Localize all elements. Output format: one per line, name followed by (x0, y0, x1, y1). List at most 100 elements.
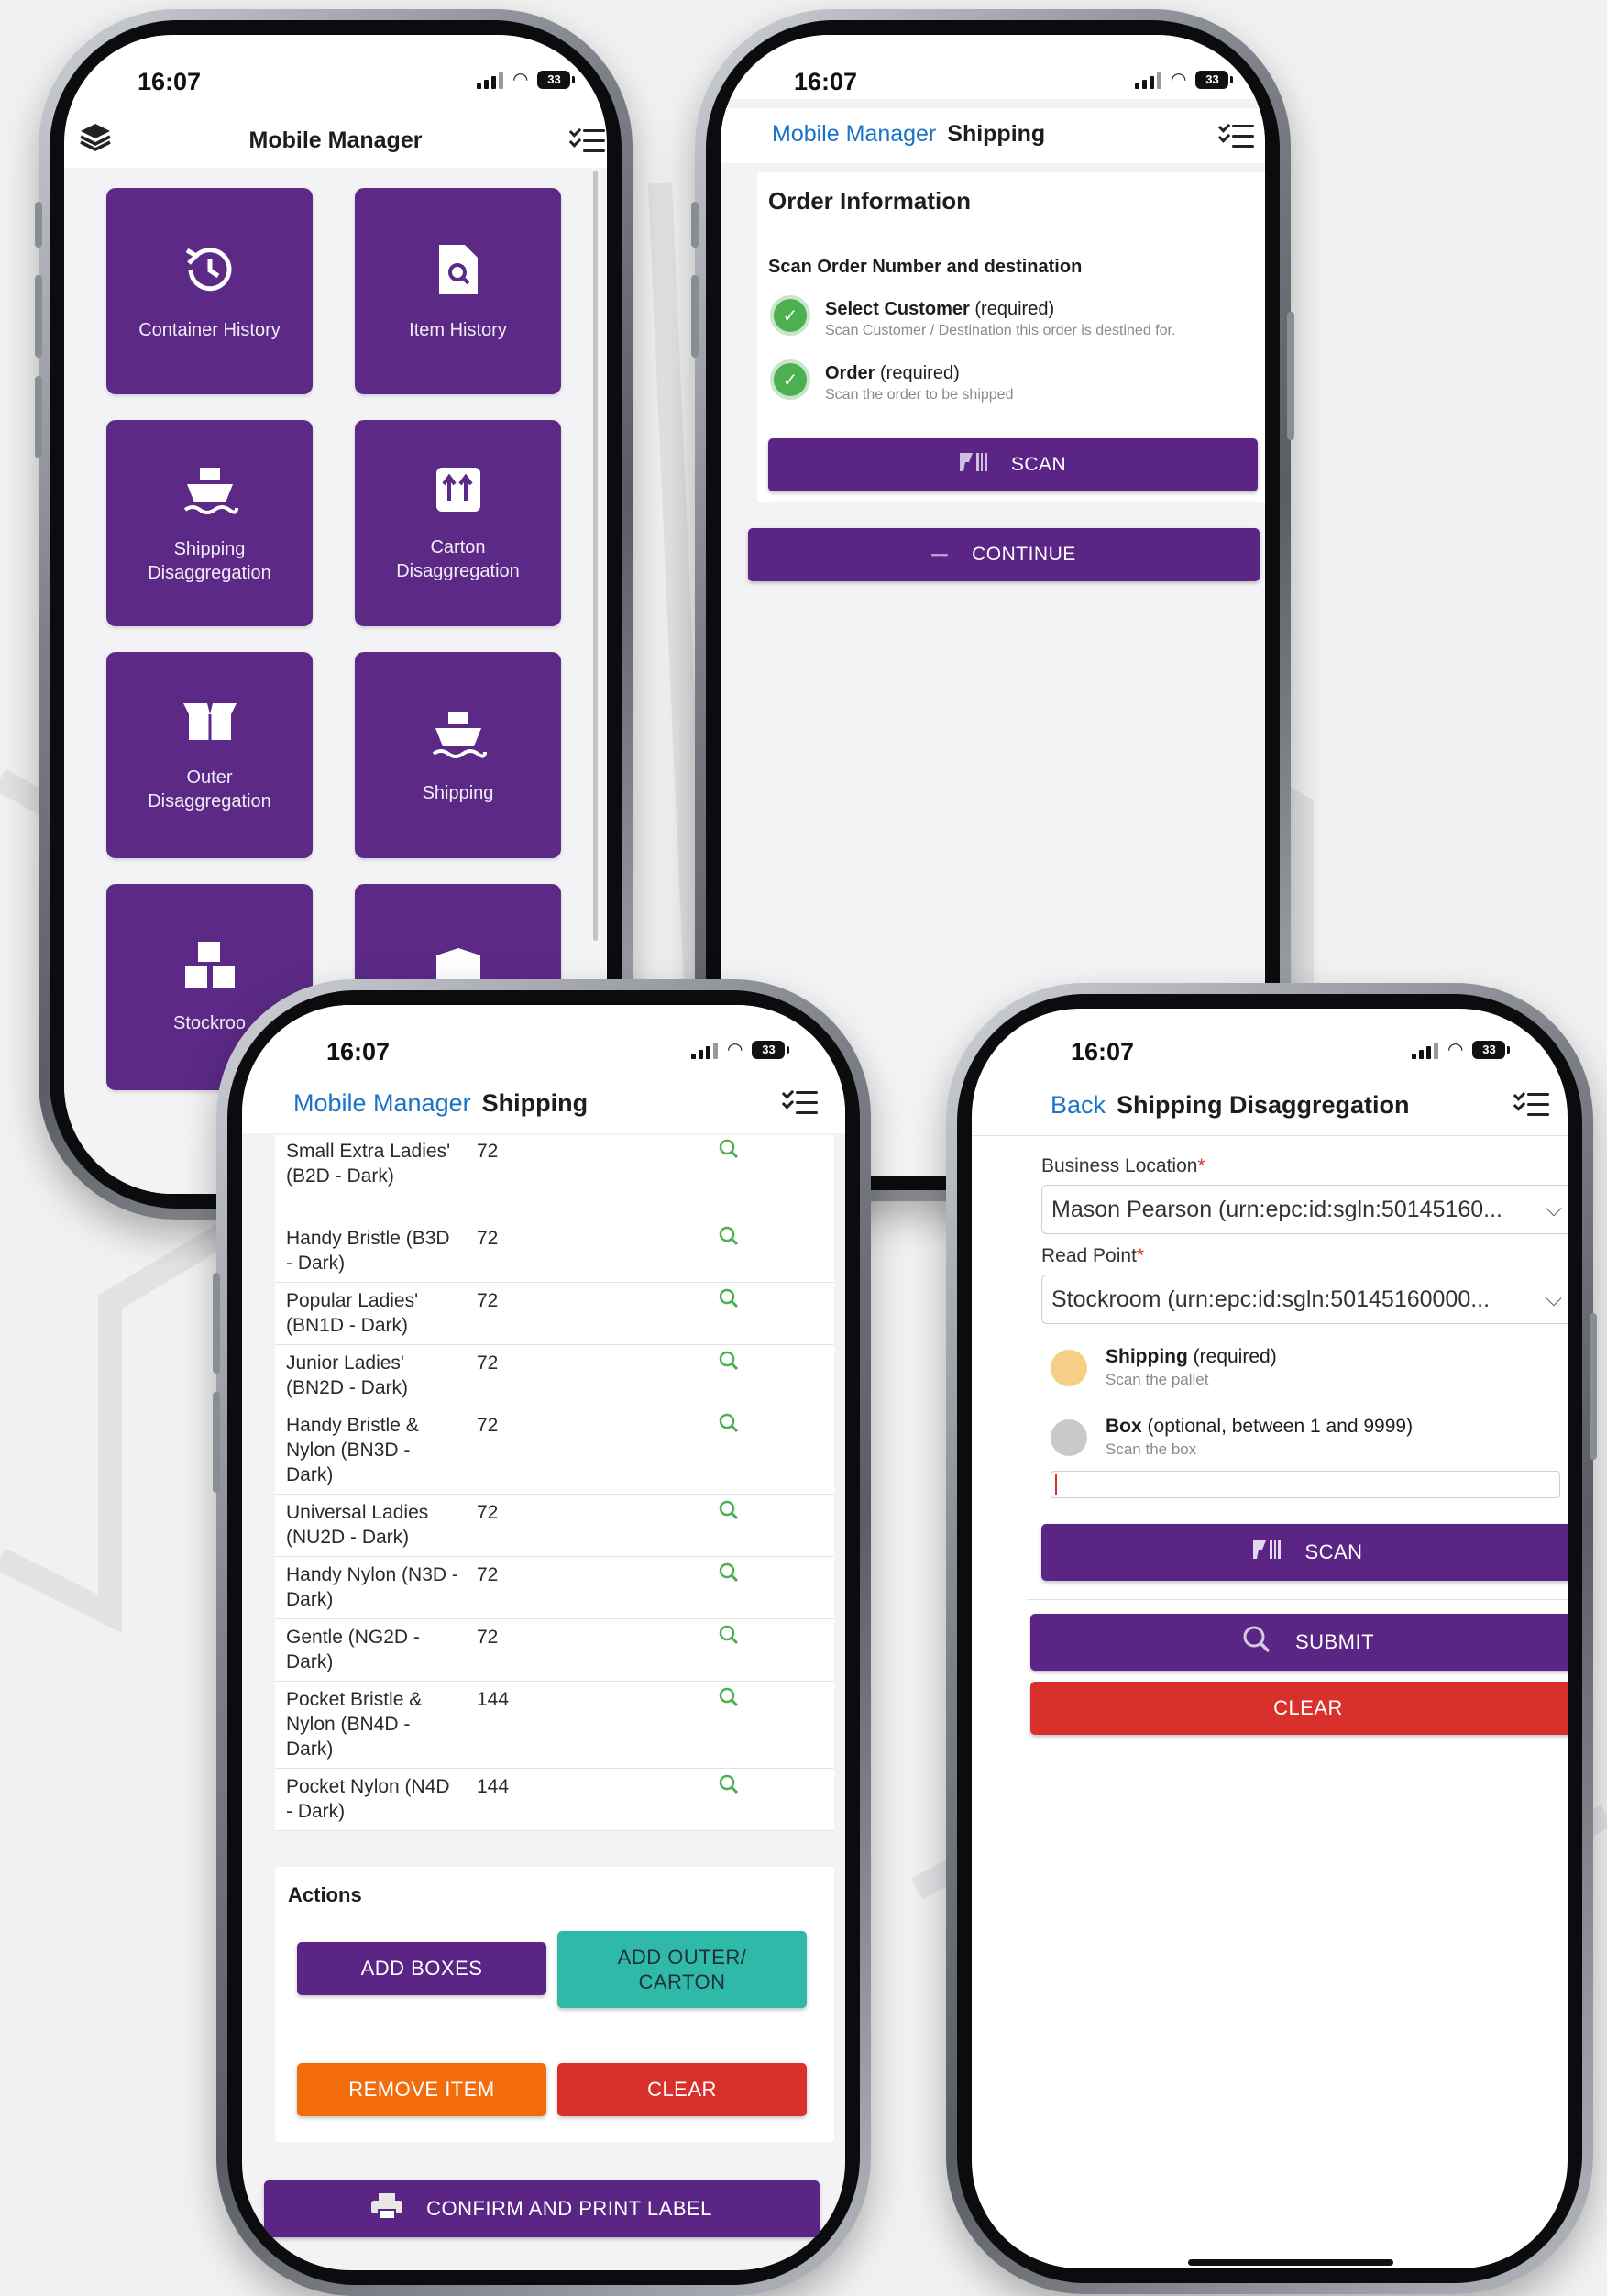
checklist-icon[interactable] (781, 1087, 818, 1117)
box-status-dot (1051, 1419, 1087, 1456)
order-information-card: Order Information Scan Order Number and … (757, 172, 1265, 502)
list-item[interactable]: Handy Bristle (B3D - Dark) 72 (275, 1220, 834, 1283)
continue-button[interactable]: ━━ CONTINUE (748, 528, 1260, 581)
breadcrumb-link[interactable]: Mobile Manager (293, 1089, 471, 1117)
search-icon[interactable] (719, 1500, 739, 1520)
check-icon: ✓ (774, 299, 807, 332)
step-box: Box (optional, between 1 and 9999) Scan … (1106, 1416, 1413, 1459)
business-location-select[interactable]: Mason Pearson (urn:epc:id:sgln:50145160.… (1041, 1185, 1568, 1234)
search-icon[interactable] (719, 1139, 739, 1159)
scan-button[interactable]: SCAN (768, 438, 1258, 491)
clear-button[interactable]: CLEAR (557, 2063, 807, 2116)
checklist-icon[interactable] (1217, 120, 1254, 150)
list-item[interactable]: Universal Ladies (NU2D - Dark) 72 (275, 1495, 834, 1557)
carton-arrows-icon (433, 464, 484, 526)
status-bar: 16:07 ◠ 33 (64, 35, 607, 99)
tile-outer-disaggregation[interactable]: Outer Disaggregation (106, 652, 313, 858)
scrollbar[interactable] (593, 171, 598, 941)
search-icon[interactable] (719, 1625, 739, 1645)
page-title: Shipping (947, 121, 1046, 147)
box-input[interactable] (1051, 1471, 1560, 1498)
scan-button[interactable]: SCAN (1041, 1524, 1568, 1581)
nav-bar: Back Shipping Disaggregation (972, 1075, 1568, 1133)
button-label: SCAN (1304, 1540, 1363, 1563)
list-item[interactable]: Pocket Bristle & Nylon (BN4D - Dark) 144 (275, 1682, 834, 1769)
tile-container-history[interactable]: Container History (106, 188, 313, 394)
continue-label: CONTINUE (972, 544, 1076, 565)
step-label: Select Customer (825, 299, 970, 319)
item-quantity: 144 (477, 1776, 510, 1797)
page-title: Shipping (481, 1089, 589, 1117)
clear-button[interactable]: CLEAR (1030, 1682, 1568, 1735)
tile-label: Stockroo (173, 1012, 246, 1033)
item-name: Handy Nylon (N3D - Dark) (286, 1564, 458, 1610)
battery-icon: 33 (1195, 70, 1234, 89)
tile-carton-disaggregation[interactable]: Carton Disaggregation (355, 420, 561, 626)
document-search-icon (435, 241, 481, 309)
list-item[interactable]: Popular Ladies' (BN1D - Dark) 72 (275, 1283, 834, 1345)
step-note: (optional, between 1 and 9999) (1141, 1416, 1414, 1437)
barcode-scanner-icon (959, 451, 987, 480)
tile-shipping-disaggregation[interactable]: Shipping Disaggregation (106, 420, 313, 626)
step-hint: Scan Customer / Destination this order i… (825, 323, 1176, 338)
item-name: Junior Ladies' (BN2D - Dark) (286, 1352, 409, 1398)
button-label: SUBMIT (1294, 1630, 1375, 1653)
step-note: (required) (1187, 1346, 1277, 1367)
item-quantity: 72 (477, 1627, 499, 1648)
item-quantity: 72 (477, 1141, 499, 1162)
ship-icon (182, 462, 238, 528)
add-outer-carton-button[interactable]: ADD OUTER/ CARTON (557, 1931, 807, 2008)
home-indicator[interactable] (1188, 2259, 1393, 2266)
search-icon[interactable] (719, 1351, 739, 1371)
search-icon[interactable] (719, 1413, 739, 1433)
screen: 16:07 ◠ 33 Mobile Manager Shipping Small … (242, 1005, 845, 2270)
tile-label: Outer Disaggregation (148, 767, 271, 811)
search-icon[interactable] (719, 1687, 739, 1707)
step-hint: Scan the pallet (1106, 1371, 1209, 1388)
back-button[interactable]: Back (1051, 1091, 1106, 1120)
signal-icon (1135, 71, 1161, 89)
checklist-icon[interactable] (1513, 1088, 1549, 1119)
ship-icon (430, 706, 487, 772)
search-icon[interactable] (719, 1774, 739, 1794)
step-note: (required) (969, 299, 1055, 319)
signal-icon (1412, 1041, 1438, 1059)
printer-icon (371, 2192, 403, 2225)
item-name: Popular Ladies' (BN1D - Dark) (286, 1290, 419, 1336)
confirm-print-label-button[interactable]: CONFIRM AND PRINT LABEL (264, 2180, 820, 2237)
list-item[interactable]: Junior Ladies' (BN2D - Dark) 72 (275, 1345, 834, 1407)
checklist-icon[interactable] (568, 125, 605, 155)
clock: 16:07 (794, 68, 858, 95)
search-icon[interactable] (719, 1226, 739, 1246)
actions-card: Actions ADD BOXES ADD OUTER/ CARTON REMO… (275, 1867, 834, 2142)
remove-item-button[interactable]: REMOVE ITEM (297, 2063, 546, 2116)
history-icon (182, 241, 238, 309)
section-title: Order Information (768, 187, 972, 215)
read-point-select[interactable]: Stockroom (urn:epc:id:sgln:50145160000..… (1041, 1275, 1568, 1324)
list-item[interactable]: Pocket Nylon (N4D - Dark) 144 (275, 1769, 834, 1831)
search-icon[interactable] (719, 1288, 739, 1308)
tile-shipping[interactable]: Shipping (355, 652, 561, 858)
selected-value: Stockroom (urn:epc:id:sgln:50145160000..… (1051, 1286, 1491, 1312)
shipping-status-dot (1051, 1350, 1087, 1386)
step-hint: Scan the order to be shipped (825, 387, 1014, 403)
list-item[interactable]: Gentle (NG2D - Dark) 72 (275, 1619, 834, 1682)
signal-icon (691, 1041, 718, 1059)
page-title: Shipping Disaggregation (1117, 1091, 1410, 1119)
list-item[interactable]: Handy Bristle & Nylon (BN3D - Dark) 72 (275, 1407, 834, 1495)
list-item[interactable]: Small Extra Ladies' (B2D - Dark) 72 (275, 1135, 834, 1220)
button-label: CLEAR (1273, 1696, 1343, 1719)
open-box-icon (182, 698, 238, 756)
wifi-icon: ◠ (512, 70, 529, 90)
button-label: ADD OUTER/ CARTON (617, 1946, 747, 1993)
wifi-icon: ◠ (1171, 70, 1187, 90)
signal-icon (477, 71, 503, 89)
search-icon[interactable] (719, 1562, 739, 1583)
tile-item-history[interactable]: Item History (355, 188, 561, 394)
submit-button[interactable]: SUBMIT (1030, 1614, 1568, 1671)
item-quantity: 144 (477, 1689, 510, 1710)
phone-shipping-items: 16:07 ◠ 33 Mobile Manager Shipping Small … (213, 979, 871, 2296)
list-item[interactable]: Handy Nylon (N3D - Dark) 72 (275, 1557, 834, 1619)
breadcrumb-link[interactable]: Mobile Manager (772, 121, 936, 147)
add-boxes-button[interactable]: ADD BOXES (297, 1942, 546, 1995)
